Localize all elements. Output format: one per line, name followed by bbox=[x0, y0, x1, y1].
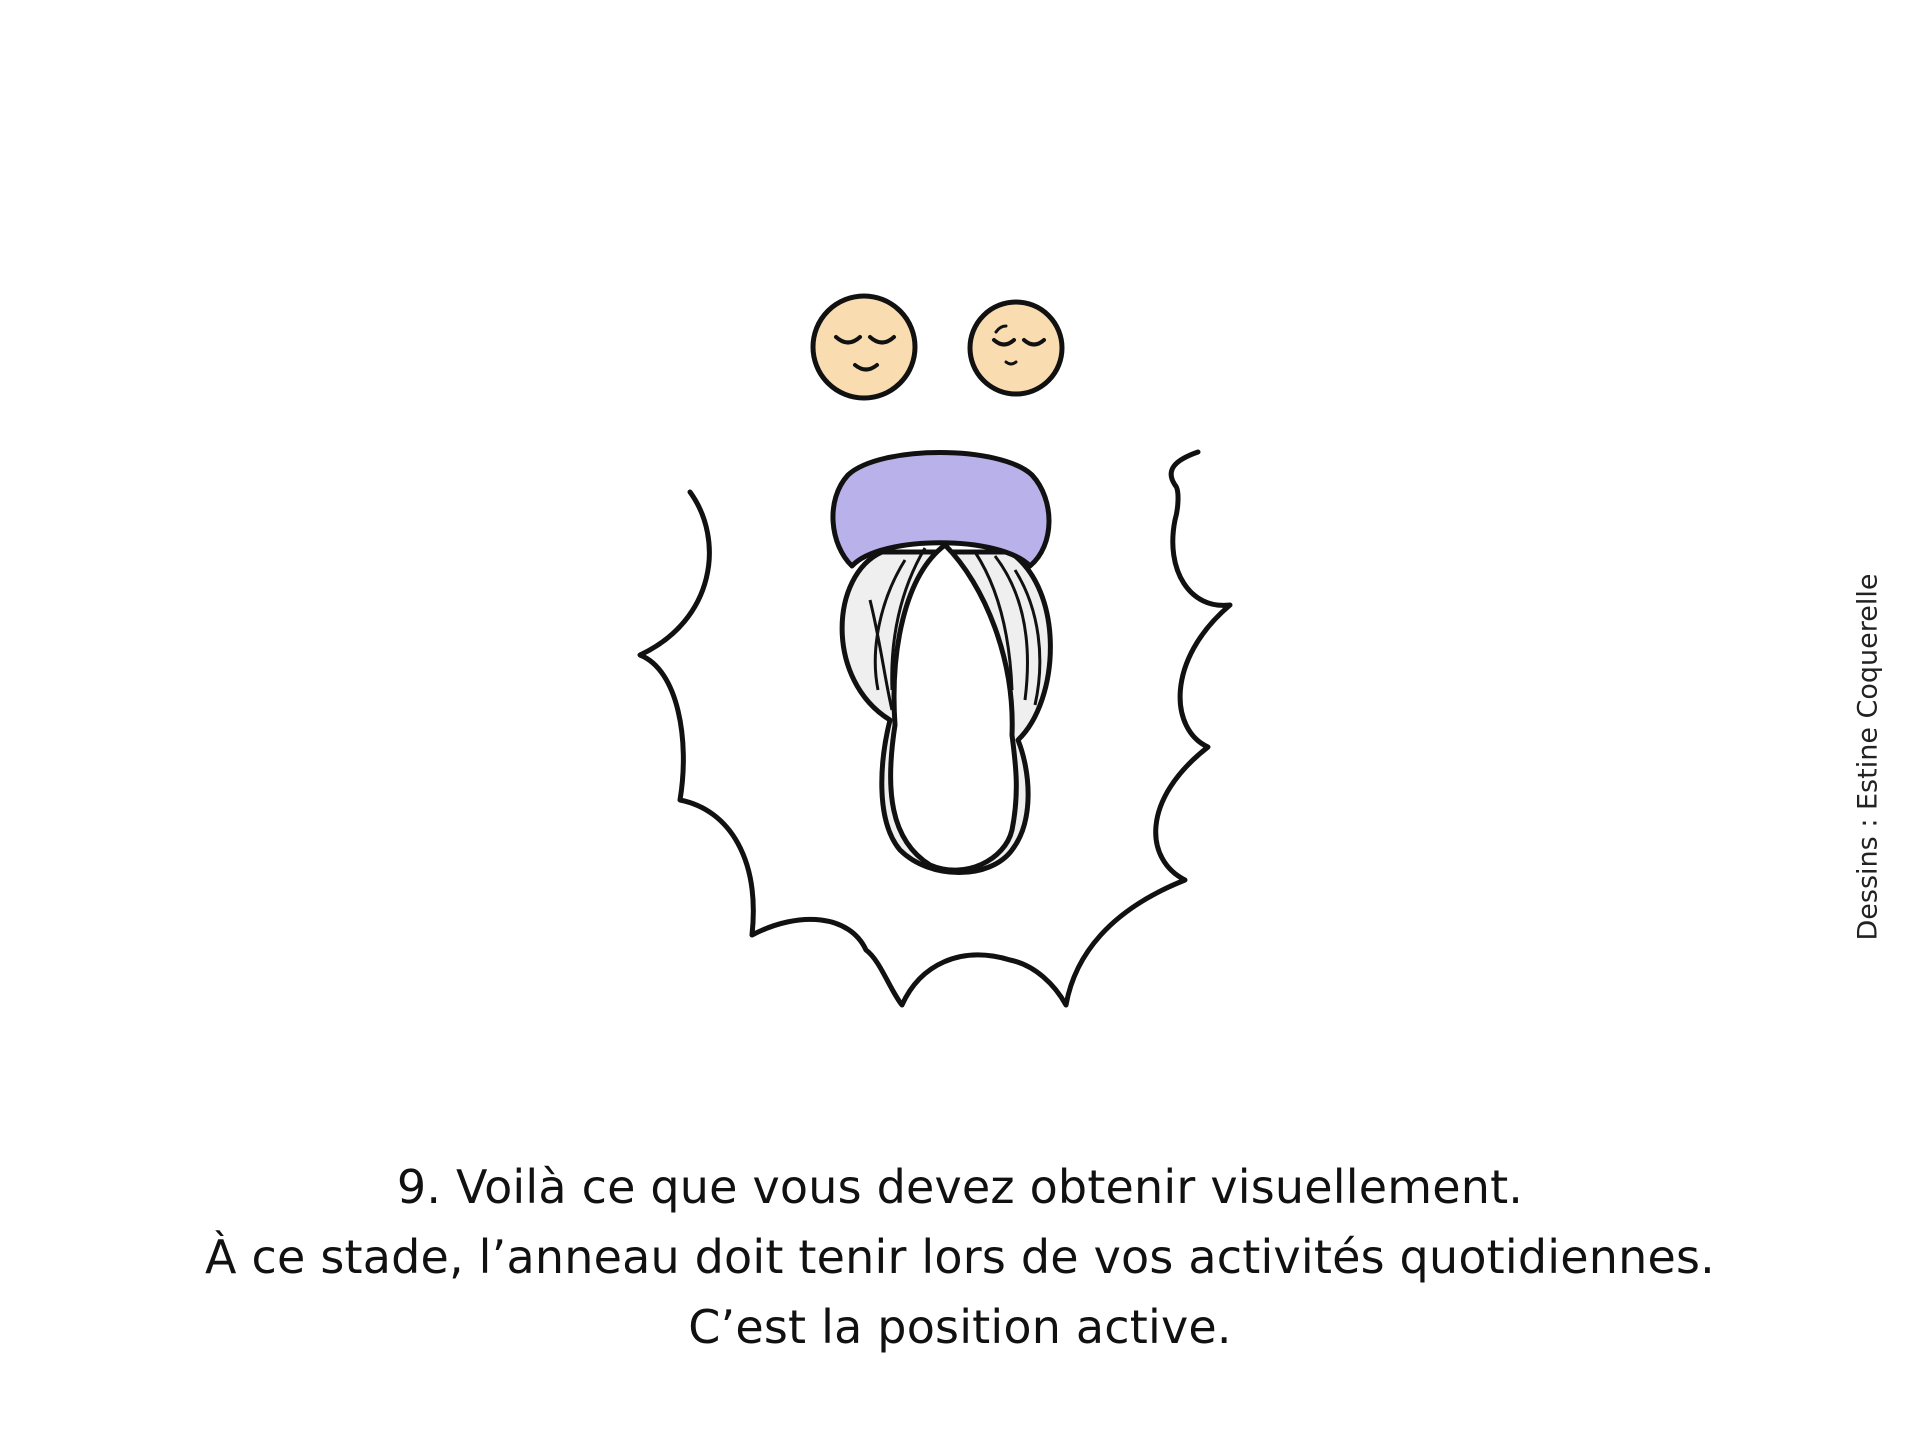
caption: 9. Voilà ce que vous devez obtenir visue… bbox=[0, 1152, 1920, 1362]
page: 9. Voilà ce que vous devez obtenir visue… bbox=[0, 0, 1920, 1440]
caption-line-2: À ce stade, l’anneau doit tenir lors de … bbox=[205, 1230, 1715, 1284]
smiling-face-icon bbox=[810, 293, 918, 401]
illustration-credit: Dessins : Estine Coquerelle bbox=[1852, 573, 1884, 941]
cup-ring-icon bbox=[830, 450, 1053, 875]
caption-line-1: 9. Voilà ce que vous devez obtenir visue… bbox=[396, 1160, 1524, 1214]
illustration bbox=[637, 293, 1233, 1008]
sleepy-face-icon bbox=[967, 299, 1065, 397]
caption-line-3: C’est la position active. bbox=[688, 1300, 1232, 1354]
